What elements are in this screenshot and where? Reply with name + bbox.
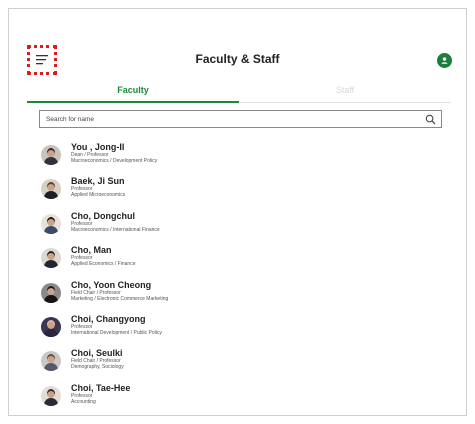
faculty-info: Choi, Seulki Field Chair / Professor Demog… — [71, 348, 124, 370]
avatar — [41, 351, 61, 372]
tab-faculty[interactable]: Faculty — [27, 81, 239, 103]
faculty-field: Marketing / Electronic Commerce Marketin… — [71, 295, 169, 302]
faculty-list-item[interactable]: Choi, Changyong Professor International De… — [39, 314, 442, 348]
app-frame: Faculty & Staff Faculty Staff You , Jong… — [8, 8, 467, 416]
avatar — [41, 316, 61, 337]
faculty-info: Cho, Man Professor Applied Economics / Fin… — [71, 245, 135, 267]
faculty-list-item[interactable]: Cho, Dongchul Professor Macroeconomics / I… — [39, 211, 442, 245]
avatar — [41, 213, 61, 234]
faculty-list-item[interactable]: Cho, Man Professor Applied Economics / Fin… — [39, 245, 442, 279]
faculty-list-item[interactable]: Cho, Yoon Cheong Field Chair / Professor M… — [39, 280, 442, 314]
search-icon[interactable] — [425, 114, 436, 125]
faculty-list-item[interactable]: Choi, Seulki Field Chair / Professor Demog… — [39, 348, 442, 382]
avatar — [41, 385, 61, 406]
faculty-field: Applied Economics / Finance — [71, 261, 136, 268]
faculty-field: Macroeconomics / Development Policy — [71, 158, 158, 164]
faculty-info: You , Jong-Il Dean / Professor Macroeconom… — [71, 142, 157, 164]
faculty-info: Baek, Ji Sun Professor Applied Microeconom… — [71, 176, 125, 198]
faculty-name[interactable]: Choi, Tae-Hee — [71, 383, 130, 393]
faculty-info: Cho, Yoon Cheong Field Chair / Professor M… — [71, 280, 168, 302]
faculty-info: Cho, Dongchul Professor Macroeconomics / I… — [71, 211, 160, 233]
faculty-name[interactable]: Cho, Man — [71, 245, 135, 255]
profile-button[interactable] — [437, 53, 452, 68]
faculty-list: You , Jong-Il Dean / Professor Macroeconom… — [39, 142, 442, 417]
page-title: Faculty & Staff — [195, 52, 280, 66]
faculty-field: Applied Microeconomics — [71, 192, 126, 199]
faculty-field: Demography, Sociology — [71, 364, 124, 371]
faculty-name[interactable]: Cho, Dongchul — [71, 211, 160, 221]
search-box — [39, 110, 442, 128]
avatar — [41, 179, 61, 200]
faculty-list-item[interactable]: Choi, Tae-Hee Professor Accounting — [39, 383, 442, 417]
faculty-name[interactable]: Choi, Changyong — [71, 314, 162, 324]
tab-bar: Faculty Staff — [27, 81, 451, 103]
tab-staff[interactable]: Staff — [239, 81, 451, 103]
faculty-field: International Development / Public Polic… — [71, 329, 162, 336]
faculty-list-item[interactable]: You , Jong-Il Dean / Professor Macroeconom… — [39, 142, 442, 176]
faculty-field: Accounting — [71, 398, 96, 405]
avatar — [41, 282, 61, 303]
search-input[interactable] — [40, 111, 420, 127]
faculty-name[interactable]: Cho, Yoon Cheong — [71, 280, 168, 290]
avatar — [41, 248, 61, 269]
faculty-list-item[interactable]: Baek, Ji Sun Professor Applied Microeconom… — [39, 176, 442, 210]
faculty-name[interactable]: Baek, Ji Sun — [71, 176, 125, 186]
faculty-name[interactable]: You , Jong-Il — [71, 142, 157, 152]
faculty-field: Macroeconomics / International Finance — [71, 226, 160, 233]
faculty-info: Choi, Changyong Professor International De… — [71, 314, 162, 336]
faculty-name[interactable]: Choi, Seulki — [71, 348, 124, 358]
avatar — [41, 145, 61, 165]
header: Faculty & Staff Faculty Staff — [9, 9, 466, 109]
user-profile-icon — [441, 57, 448, 64]
faculty-info: Choi, Tae-Hee Professor Accounting — [71, 383, 130, 405]
